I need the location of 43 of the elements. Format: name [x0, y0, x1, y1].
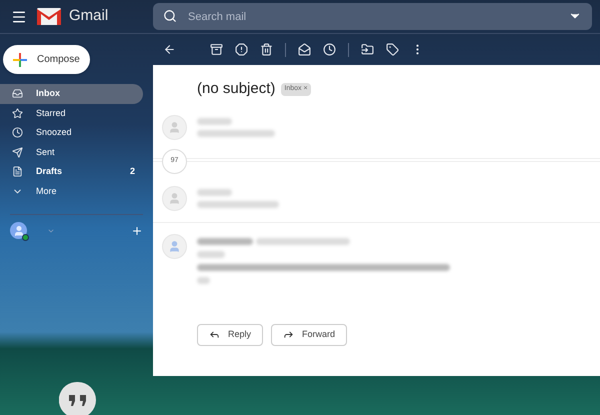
avatar-icon [162, 114, 187, 140]
forward-icon [283, 329, 294, 340]
file-icon [12, 166, 23, 178]
spam-icon[interactable] [235, 43, 248, 56]
blurred-text [197, 276, 210, 284]
nav-item[interactable]: Inbox [0, 84, 143, 104]
envelope-icon[interactable] [298, 43, 311, 56]
blurred-text [197, 118, 232, 124]
thread-subject: (no subject) [197, 79, 276, 99]
label-icon[interactable] [386, 43, 399, 56]
nav-item[interactable]: More [0, 182, 143, 201]
forward-button[interactable]: Forward [271, 324, 348, 346]
archive-icon[interactable] [210, 43, 223, 56]
blurred-text [197, 238, 253, 244]
inbox-icon [12, 88, 23, 100]
blurred-text [197, 188, 232, 196]
trash-icon[interactable] [260, 43, 273, 56]
account-avatar-icon[interactable] [10, 222, 27, 239]
avatar-icon [162, 186, 187, 210]
nav-item[interactable]: Starred [0, 104, 143, 123]
compose-button[interactable]: Compose [3, 45, 90, 74]
send-icon [12, 146, 23, 158]
star-icon [12, 108, 23, 119]
reply-icon [209, 329, 220, 340]
folder-icon[interactable] [361, 43, 374, 56]
reply-button[interactable]: Reply [197, 324, 264, 346]
add-icon[interactable] [131, 224, 143, 236]
plus-icon [13, 52, 27, 66]
app-name: Gmail [69, 6, 108, 26]
search-icon [163, 9, 177, 23]
blurred-text [197, 250, 225, 258]
logo-icon [37, 8, 61, 25]
count: 2 [130, 165, 135, 178]
nav-item[interactable]: Snoozed [0, 123, 143, 142]
clock-icon[interactable] [323, 43, 336, 56]
avatar-icon [162, 234, 187, 258]
nav-item[interactable]: Drafts 2 [0, 162, 143, 182]
search-field[interactable]: Search mail [153, 3, 592, 30]
clock-icon [12, 127, 23, 138]
menu-icon[interactable] [11, 8, 27, 24]
back-icon[interactable] [163, 43, 176, 56]
chat-bubble-icon[interactable] [59, 381, 97, 415]
nav-item[interactable]: Sent [0, 142, 143, 162]
